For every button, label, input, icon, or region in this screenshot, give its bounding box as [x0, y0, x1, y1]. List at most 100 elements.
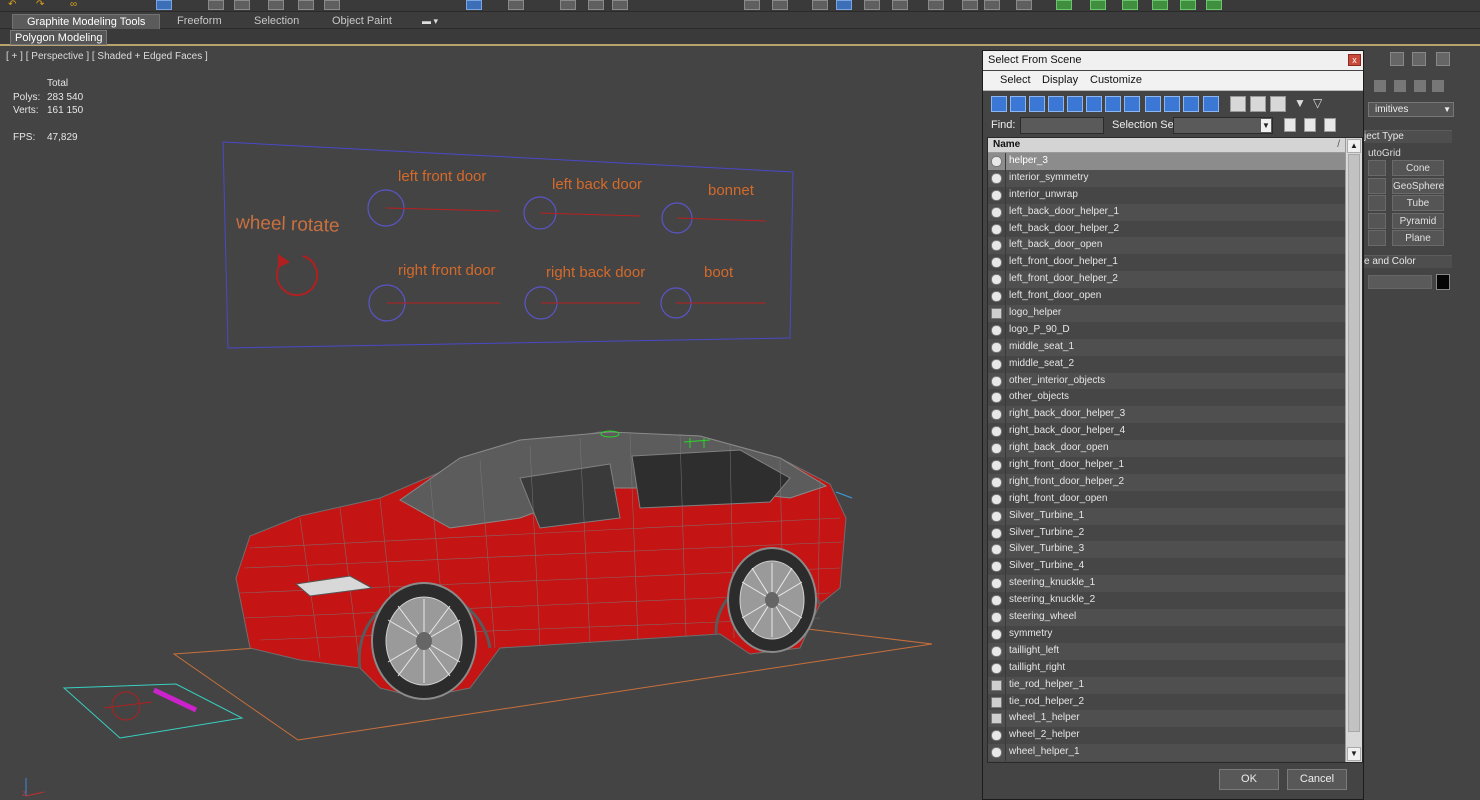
lights-category-icon[interactable] [1414, 80, 1426, 92]
display-geometry-icon[interactable] [991, 96, 1007, 112]
cone-button[interactable]: Cone [1392, 160, 1444, 176]
list-item[interactable]: left_back_door_helper_1 [988, 203, 1345, 221]
mirror-icon[interactable] [744, 0, 760, 10]
list-item[interactable]: other_objects [988, 389, 1345, 407]
tab-polygon-modeling[interactable]: Polygon Modeling [10, 30, 108, 45]
menu-display[interactable]: Display [1042, 74, 1078, 86]
object-color-swatch[interactable] [1436, 274, 1450, 290]
list-item[interactable]: helper_3 [988, 153, 1345, 170]
dialog-title[interactable]: Select From Scene [983, 51, 1363, 70]
select-object-icon[interactable] [156, 0, 172, 10]
left-button-4[interactable] [1368, 213, 1386, 229]
viewport-label[interactable]: [ + ] [ Perspective ] [ Shaded + Edged F… [6, 51, 208, 62]
object-name-field[interactable] [1368, 275, 1432, 289]
list-item[interactable]: left_back_door_helper_2 [988, 220, 1345, 238]
tab-freeform[interactable]: Freeform [163, 14, 236, 29]
list-item[interactable]: tie_rod_helper_1 [988, 676, 1345, 694]
list-item[interactable]: right_front_door_helper_2 [988, 473, 1345, 491]
left-button-1[interactable] [1368, 160, 1386, 176]
angle-snap-icon[interactable] [560, 0, 576, 10]
selection-set-button-2[interactable] [1304, 118, 1316, 132]
left-button-3[interactable] [1368, 195, 1386, 211]
select-invert-icon[interactable] [1270, 96, 1286, 112]
filter-icon[interactable]: ▼ [1294, 96, 1310, 112]
plugin-icon-3[interactable] [1122, 0, 1138, 10]
list-item[interactable]: left_front_door_open [988, 288, 1345, 306]
display-xrefs-icon[interactable] [1124, 96, 1140, 112]
render-icon[interactable] [1016, 0, 1032, 10]
selection-set-dropdown[interactable]: ▼ [1173, 117, 1273, 134]
plane-button[interactable]: Plane [1392, 230, 1444, 246]
list-item[interactable]: logo_P_90_D [988, 321, 1345, 339]
tab-graphite-modeling-tools[interactable]: Graphite Modeling Tools [12, 14, 161, 29]
undo-icon[interactable]: ↶ [8, 0, 24, 10]
scene-object-list[interactable]: Name / helper_3 interior_symmetry interior… [987, 137, 1363, 763]
left-button-5[interactable] [1368, 230, 1386, 246]
selection-set-button-3[interactable] [1324, 118, 1336, 132]
list-item[interactable]: taillight_right [988, 659, 1345, 677]
list-item[interactable]: right_front_door_open [988, 490, 1345, 508]
ok-button[interactable]: OK [1219, 769, 1279, 790]
helper-plane[interactable] [62, 683, 244, 739]
list-item[interactable]: tie_rod_helper_2 [988, 693, 1345, 711]
name-and-color-rollout[interactable]: e and Color [1362, 255, 1452, 268]
tube-button[interactable]: Tube [1392, 195, 1444, 211]
list-item[interactable]: middle_seat_1 [988, 338, 1345, 356]
list-item[interactable]: logo_helper [988, 305, 1345, 322]
region-select-icon[interactable] [234, 0, 250, 10]
ribbon-options-dropdown[interactable]: ▬ ▾ [422, 14, 444, 28]
list-item[interactable]: Silver_Turbine_1 [988, 507, 1345, 525]
display-lights-icon[interactable] [1029, 96, 1045, 112]
display-hidden-icon[interactable] [1203, 96, 1219, 112]
column-header-name[interactable]: Name / [988, 138, 1345, 153]
find-input[interactable] [1020, 117, 1104, 134]
geosphere-button[interactable]: GeoSphere [1392, 178, 1444, 194]
display-groups-icon[interactable] [1105, 96, 1121, 112]
list-item[interactable]: Silver_Turbine_3 [988, 541, 1345, 559]
list-item[interactable]: other_interior_objects [988, 372, 1345, 390]
list-item[interactable]: wheel_helper_1 [988, 744, 1345, 762]
plugin-icon-4[interactable] [1152, 0, 1168, 10]
link-icon[interactable]: ∞ [70, 0, 86, 10]
list-item[interactable]: wheel_1_helper [988, 710, 1345, 728]
percent-snap-icon[interactable] [588, 0, 604, 10]
display-tab-icon[interactable] [1412, 52, 1426, 66]
scroll-thumb[interactable] [1348, 154, 1360, 732]
close-icon[interactable]: x [1348, 54, 1361, 66]
ribbon-toggle-icon[interactable] [836, 0, 852, 10]
pivot-icon[interactable] [466, 0, 482, 10]
list-item[interactable]: Silver_Turbine_2 [988, 524, 1345, 542]
left-button-2[interactable] [1368, 178, 1386, 194]
list-item[interactable]: left_front_door_helper_2 [988, 271, 1345, 289]
material-editor-icon[interactable] [928, 0, 944, 10]
list-item[interactable]: taillight_left [988, 642, 1345, 660]
tab-object-paint[interactable]: Object Paint [318, 14, 406, 29]
display-containers-icon[interactable] [1164, 96, 1180, 112]
list-item[interactable]: steering_knuckle_1 [988, 575, 1345, 593]
filter-options-icon[interactable]: ▽ [1313, 96, 1329, 112]
list-item[interactable]: right_back_door_helper_3 [988, 406, 1345, 424]
list-item[interactable]: right_back_door_helper_4 [988, 423, 1345, 441]
align-icon[interactable] [772, 0, 788, 10]
display-spacewarps-icon[interactable] [1086, 96, 1102, 112]
list-item[interactable]: left_front_door_helper_1 [988, 254, 1345, 272]
plugin-icon-1[interactable] [1056, 0, 1072, 10]
scroll-down-icon[interactable]: ▼ [1347, 747, 1361, 761]
cancel-button[interactable]: Cancel [1287, 769, 1347, 790]
spinner-snap-icon[interactable] [612, 0, 628, 10]
rear-wheel[interactable] [727, 547, 817, 653]
list-item[interactable]: right_back_door_open [988, 440, 1345, 458]
plugin-icon-5[interactable] [1180, 0, 1196, 10]
scroll-up-icon[interactable]: ▲ [1347, 139, 1361, 153]
select-by-name-icon[interactable] [208, 0, 224, 10]
display-bones-icon[interactable] [1145, 96, 1161, 112]
display-shapes-icon[interactable] [1010, 96, 1026, 112]
rotate-icon[interactable] [298, 0, 314, 10]
display-cameras-icon[interactable] [1048, 96, 1064, 112]
plugin-icon-6[interactable] [1206, 0, 1222, 10]
menu-select[interactable]: Select [1000, 74, 1031, 86]
move-icon[interactable] [268, 0, 284, 10]
display-helpers-icon[interactable] [1067, 96, 1083, 112]
primitive-type-dropdown[interactable]: imitives ▼ [1368, 102, 1454, 117]
snap-icon[interactable] [508, 0, 524, 10]
